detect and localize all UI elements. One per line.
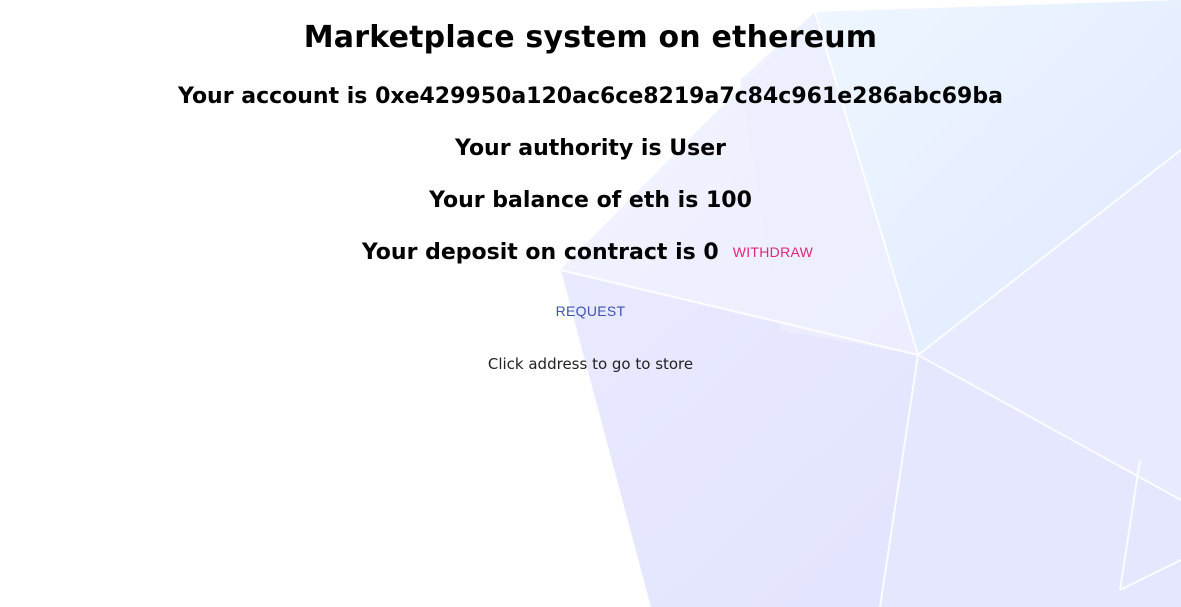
account-address-text: Your account is 0xe429950a120ac6ce8219a7… [178,84,1003,109]
request-button[interactable]: REQUEST [550,299,632,323]
authority-text: Your authority is User [455,136,726,161]
eth-balance-text: Your balance of eth is 100 [429,188,752,213]
deposit-row: Your deposit on contract is 0 WITHDRAW [0,238,1181,268]
main-content: Marketplace system on ethereum Your acco… [0,0,1181,607]
deposit-text: Your deposit on contract is 0 [361,240,719,265]
store-hint-text: Click address to go to store [487,355,694,373]
request-row: REQUEST [0,299,1181,323]
page-title: Marketplace system on ethereum [303,20,878,55]
withdraw-button[interactable]: WITHDRAW [727,240,819,264]
